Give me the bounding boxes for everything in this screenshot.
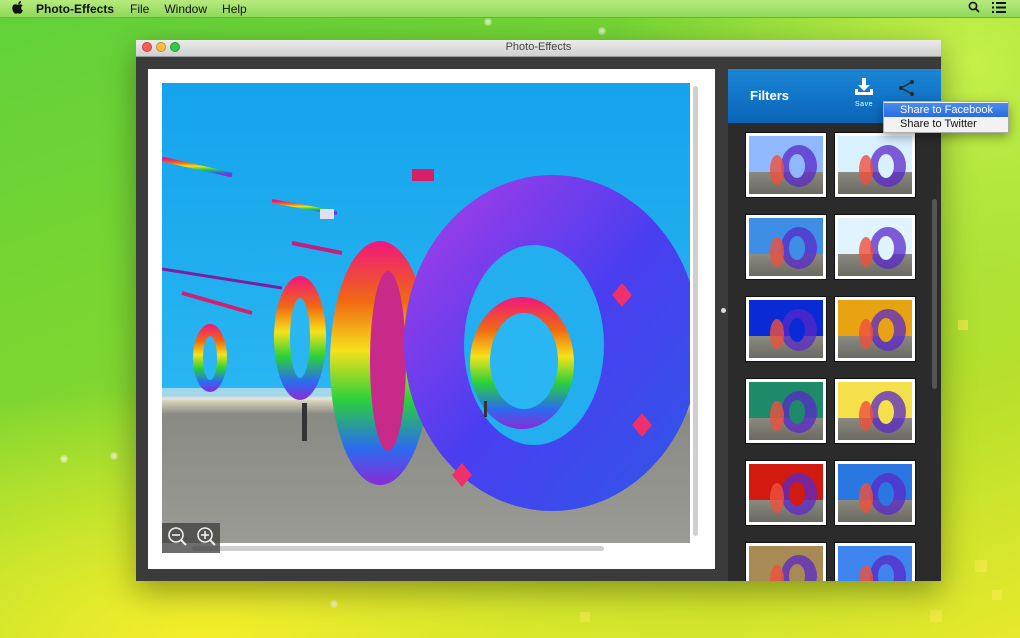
filter-thumbnail[interactable] xyxy=(746,379,826,443)
filter-thumbnail[interactable] xyxy=(746,461,826,525)
filter-thumbnail[interactable] xyxy=(746,543,826,581)
kite-photo-illustration xyxy=(162,156,690,511)
photo-preview[interactable] xyxy=(162,83,690,543)
filter-thumbnail[interactable] xyxy=(835,379,915,443)
background-pixel xyxy=(975,560,987,572)
menu-bar: Photo-Effects File Window Help xyxy=(0,0,1020,18)
background-pixel xyxy=(930,610,942,622)
filter-thumbnail[interactable] xyxy=(746,133,826,197)
save-button[interactable]: Save xyxy=(850,78,878,108)
share-button[interactable] xyxy=(898,79,916,97)
background-sparkle xyxy=(60,455,68,463)
background-sparkle xyxy=(110,452,118,460)
canvas-vertical-scrollbar[interactable] xyxy=(693,86,698,536)
filter-thumbnail[interactable] xyxy=(835,133,915,197)
app-window: Photo-Effects Filters Save xyxy=(136,40,941,581)
menu-file[interactable]: File xyxy=(130,2,149,16)
filter-thumbnail[interactable] xyxy=(746,215,826,279)
menubar-extras xyxy=(968,0,1006,17)
background-sparkle xyxy=(330,600,338,608)
window-titlebar[interactable]: Photo-Effects xyxy=(136,40,941,57)
zoom-controls xyxy=(162,523,220,553)
share-menu: Share to Facebook Share to Twitter xyxy=(883,101,1009,133)
filter-thumbnail[interactable] xyxy=(835,215,915,279)
filter-thumbnail[interactable] xyxy=(835,461,915,525)
download-icon xyxy=(854,78,874,100)
canvas-horizontal-scrollbar[interactable] xyxy=(192,546,604,551)
zoom-in-icon[interactable] xyxy=(196,526,216,551)
background-pixel xyxy=(958,320,968,330)
image-canvas xyxy=(148,69,715,569)
filters-title: Filters xyxy=(750,88,790,103)
filter-thumbnail[interactable] xyxy=(746,297,826,361)
apple-icon[interactable] xyxy=(0,0,36,17)
menu-app-name[interactable]: Photo-Effects xyxy=(36,2,114,16)
share-to-twitter-item[interactable]: Share to Twitter xyxy=(884,117,1008,131)
menu-window[interactable]: Window xyxy=(164,2,207,16)
filter-thumbnail[interactable] xyxy=(835,543,915,581)
zoom-out-icon[interactable] xyxy=(167,526,187,551)
background-sparkle xyxy=(598,27,606,35)
split-view-divider-handle[interactable] xyxy=(721,308,726,313)
background-sparkle xyxy=(484,18,492,26)
background-pixel xyxy=(580,612,590,622)
filters-scrollbar[interactable] xyxy=(932,199,937,389)
save-label: Save xyxy=(855,101,873,108)
filter-thumbnail[interactable] xyxy=(835,297,915,361)
background-pixel xyxy=(992,590,1002,600)
window-title: Photo-Effects xyxy=(505,41,572,53)
share-icon xyxy=(898,80,916,101)
list-icon[interactable] xyxy=(992,1,1006,16)
share-to-facebook-item[interactable]: Share to Facebook xyxy=(884,103,1008,117)
filters-panel: Filters Save xyxy=(728,69,941,581)
menu-help[interactable]: Help xyxy=(222,2,247,16)
spotlight-search-icon[interactable] xyxy=(968,1,980,16)
